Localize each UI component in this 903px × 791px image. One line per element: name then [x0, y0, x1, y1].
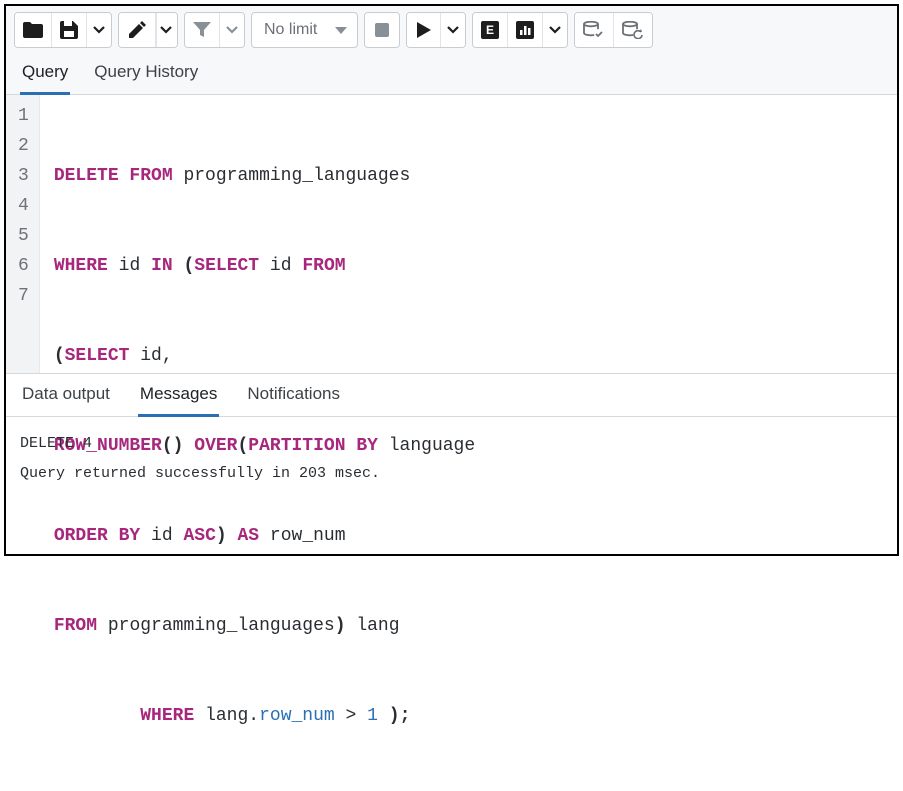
- db-commit-icon: [583, 21, 605, 39]
- line-gutter: 1 2 3 4 5 6 7: [6, 95, 40, 373]
- filter-group: [184, 12, 245, 48]
- chevron-down-icon: [93, 26, 105, 34]
- code-area[interactable]: DELETE FROM programming_languages WHERE …: [40, 95, 475, 373]
- chevron-down-icon: [226, 26, 238, 34]
- code-line: FROM programming_languages) lang: [54, 611, 475, 641]
- chart-icon: [516, 21, 534, 39]
- tab-query[interactable]: Query: [20, 52, 70, 95]
- line-number: 7: [18, 281, 29, 311]
- pencil-icon: [127, 20, 147, 40]
- chevron-down-icon: [447, 26, 459, 34]
- code-line: (SELECT id,: [54, 341, 475, 371]
- explain-button[interactable]: E: [473, 13, 508, 47]
- tab-messages[interactable]: Messages: [138, 374, 219, 417]
- execute-button[interactable]: [407, 13, 441, 47]
- toolbar: No limit E: [6, 6, 897, 52]
- filter-button[interactable]: [185, 13, 220, 47]
- line-number: 1: [18, 101, 29, 131]
- chevron-down-icon: [335, 27, 347, 34]
- editor-tabs: Query Query History: [6, 52, 897, 95]
- file-group: [14, 12, 112, 48]
- folder-icon: [23, 22, 43, 38]
- message-line: DELETE 4: [20, 429, 883, 459]
- code-line: ORDER BY id ASC) AS row_num: [54, 521, 475, 551]
- app-frame: No limit E: [4, 4, 899, 556]
- edit-button[interactable]: [119, 13, 156, 47]
- code-line: WHERE lang.row_num > 1 );: [54, 701, 475, 731]
- edit-dropdown[interactable]: [156, 13, 177, 47]
- tab-data-output[interactable]: Data output: [20, 374, 112, 417]
- play-icon: [417, 22, 431, 38]
- line-number: 6: [18, 251, 29, 281]
- explain-analyze-button[interactable]: [508, 13, 543, 47]
- explain-icon: E: [481, 21, 499, 39]
- messages-pane: DELETE 4 Query returned successfully in …: [6, 417, 897, 501]
- row-limit-select[interactable]: No limit: [251, 12, 358, 48]
- cancel-query-button[interactable]: [365, 13, 399, 47]
- save-icon: [60, 21, 78, 39]
- code-line: DELETE FROM programming_languages: [54, 161, 475, 191]
- chevron-down-icon: [549, 26, 561, 34]
- line-number: 2: [18, 131, 29, 161]
- tab-notifications[interactable]: Notifications: [245, 374, 342, 417]
- row-limit-label: No limit: [264, 21, 317, 39]
- filter-icon: [193, 22, 211, 38]
- svg-text:E: E: [486, 23, 494, 37]
- transaction-group: [574, 12, 653, 48]
- open-file-button[interactable]: [15, 13, 52, 47]
- line-number: 4: [18, 191, 29, 221]
- db-rollback-icon: [622, 21, 644, 39]
- cancel-group: [364, 12, 400, 48]
- message-line: Query returned successfully in 203 msec.: [20, 459, 883, 489]
- save-button[interactable]: [52, 13, 87, 47]
- sql-editor[interactable]: 1 2 3 4 5 6 7 DELETE FROM programming_la…: [6, 95, 897, 373]
- explain-group: E: [472, 12, 568, 48]
- filter-dropdown[interactable]: [220, 13, 244, 47]
- tab-query-history[interactable]: Query History: [92, 52, 200, 95]
- code-line: WHERE id IN (SELECT id FROM: [54, 251, 475, 281]
- execute-dropdown[interactable]: [441, 13, 465, 47]
- output-tabs: Data output Messages Notifications: [6, 373, 897, 417]
- save-dropdown[interactable]: [87, 13, 111, 47]
- stop-icon: [375, 23, 389, 37]
- line-number: 5: [18, 221, 29, 251]
- chevron-down-icon: [160, 26, 172, 34]
- rollback-button[interactable]: [614, 13, 652, 47]
- explain-dropdown[interactable]: [543, 13, 567, 47]
- commit-button[interactable]: [575, 13, 614, 47]
- edit-group: [118, 12, 178, 48]
- line-number: 3: [18, 161, 29, 191]
- execute-group: [406, 12, 466, 48]
